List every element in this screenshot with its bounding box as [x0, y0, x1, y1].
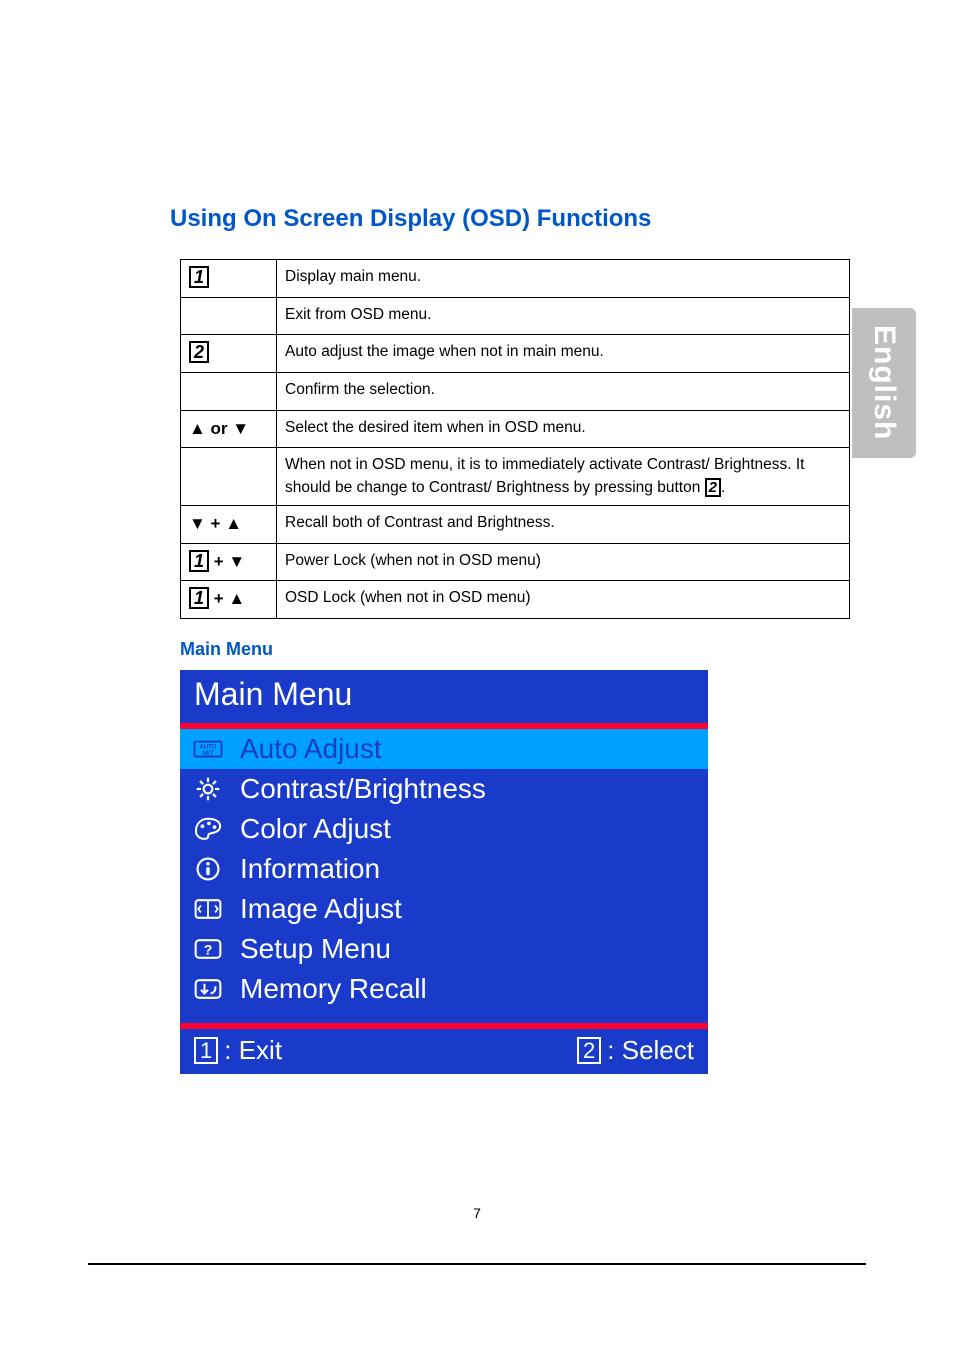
osd-menu-item[interactable]: Memory Recall: [180, 969, 708, 1009]
osd-footer-right-num: 2: [577, 1037, 601, 1064]
table-desc-cell: Confirm the selection.: [277, 372, 850, 410]
table-key-cell: [181, 372, 277, 410]
table-row: Exit from OSD menu.: [181, 297, 850, 335]
page-number: 7: [0, 1205, 954, 1221]
osd-menu-item[interactable]: Contrast/Brightness: [180, 769, 708, 809]
info-icon: [190, 854, 226, 884]
osd-item-label: Image Adjust: [240, 893, 402, 925]
osd-footer-left: 1 : Exit: [194, 1035, 282, 1066]
table-row: Confirm the selection.: [181, 372, 850, 410]
table-row: 1 Display main menu.: [181, 260, 850, 298]
table-row: ▲ or ▼Select the desired item when in OS…: [181, 410, 850, 448]
table-key-cell: ▼ + ▲: [181, 506, 277, 544]
osd-menu-item[interactable]: Information: [180, 849, 708, 889]
table-desc-cell: Select the desired item when in OSD menu…: [277, 410, 850, 448]
table-desc-cell: OSD Lock (when not in OSD menu): [277, 581, 850, 619]
table-key-cell: 1 + ▲: [181, 581, 277, 619]
table-row: 1 + ▲OSD Lock (when not in OSD menu): [181, 581, 850, 619]
table-key-cell: 2: [181, 335, 277, 373]
osd-functions-table: 1Display main menu. Exit from OSD menu.2…: [180, 259, 850, 619]
osd-footer: 1 : Exit 2 : Select: [180, 1029, 708, 1074]
osd-menu-item[interactable]: ? Setup Menu: [180, 929, 708, 969]
svg-text:SET: SET: [202, 751, 214, 757]
osd-footer-right-text: : Select: [607, 1035, 694, 1066]
footer-rule: [88, 1263, 866, 1265]
table-desc-cell: When not in OSD menu, it is to immediate…: [277, 448, 850, 506]
table-key-cell: [181, 448, 277, 506]
inline-key-box: 2: [705, 478, 721, 497]
osd-footer-left-text: : Exit: [224, 1035, 282, 1066]
osd-footer-left-num: 1: [194, 1037, 218, 1064]
table-desc-cell: Auto adjust the image when not in main m…: [277, 335, 850, 373]
osd-item-label: Memory Recall: [240, 973, 427, 1005]
osd-title: Main Menu: [194, 676, 352, 712]
key-suffix: + ▲: [209, 589, 245, 608]
table-desc-cell: Recall both of Contrast and Brightness.: [277, 506, 850, 544]
image-icon: [190, 894, 226, 924]
key-box: 1: [189, 266, 209, 288]
question-icon: ?: [190, 934, 226, 964]
language-tab-label: English: [867, 325, 901, 440]
recall-icon: [190, 974, 226, 1004]
key-box: 1: [189, 587, 209, 609]
svg-text:AUTO: AUTO: [200, 744, 217, 750]
table-desc-cell: Display main menu.: [277, 260, 850, 298]
table-key-cell: 1 + ▼: [181, 543, 277, 581]
osd-screenshot: Main Menu AUTOSET Auto Adjust Contrast/Bri…: [180, 670, 708, 1074]
table-desc-cell: Exit from OSD menu.: [277, 297, 850, 335]
main-menu-heading: Main Menu: [180, 639, 864, 660]
osd-footer-right: 2 : Select: [577, 1035, 694, 1066]
section-heading: Using On Screen Display (OSD) Functions: [170, 205, 864, 233]
osd-menu-item[interactable]: Image Adjust: [180, 889, 708, 929]
table-key-cell: 1: [181, 260, 277, 298]
osd-menu-item[interactable]: AUTOSET Auto Adjust: [180, 729, 708, 769]
key-box: 2: [189, 341, 209, 363]
svg-text:?: ?: [204, 941, 213, 957]
table-row: 2 Auto adjust the image when not in main …: [181, 335, 850, 373]
palette-icon: [190, 814, 226, 844]
sun-icon: [190, 774, 226, 804]
osd-item-label: Contrast/Brightness: [240, 773, 486, 805]
table-desc-cell: Power Lock (when not in OSD menu): [277, 543, 850, 581]
table-key-cell: ▲ or ▼: [181, 410, 277, 448]
table-row: ▼ + ▲Recall both of Contrast and Brightn…: [181, 506, 850, 544]
table-row: When not in OSD menu, it is to immediate…: [181, 448, 850, 506]
osd-item-label: Setup Menu: [240, 933, 391, 965]
language-tab: English: [852, 308, 916, 458]
osd-item-label: Information: [240, 853, 380, 885]
key-suffix: + ▼: [209, 552, 245, 571]
osd-menu-item[interactable]: Color Adjust: [180, 809, 708, 849]
osd-item-label: Color Adjust: [240, 813, 391, 845]
key-box: 1: [189, 550, 209, 572]
osd-item-label: Auto Adjust: [240, 733, 382, 765]
osd-title-bar: Main Menu: [180, 670, 708, 729]
table-row: 1 + ▼Power Lock (when not in OSD menu): [181, 543, 850, 581]
auto-set-icon: AUTOSET: [190, 734, 226, 764]
osd-items-list: AUTOSET Auto Adjust Contrast/Brightness Col…: [180, 729, 708, 1009]
table-key-cell: [181, 297, 277, 335]
